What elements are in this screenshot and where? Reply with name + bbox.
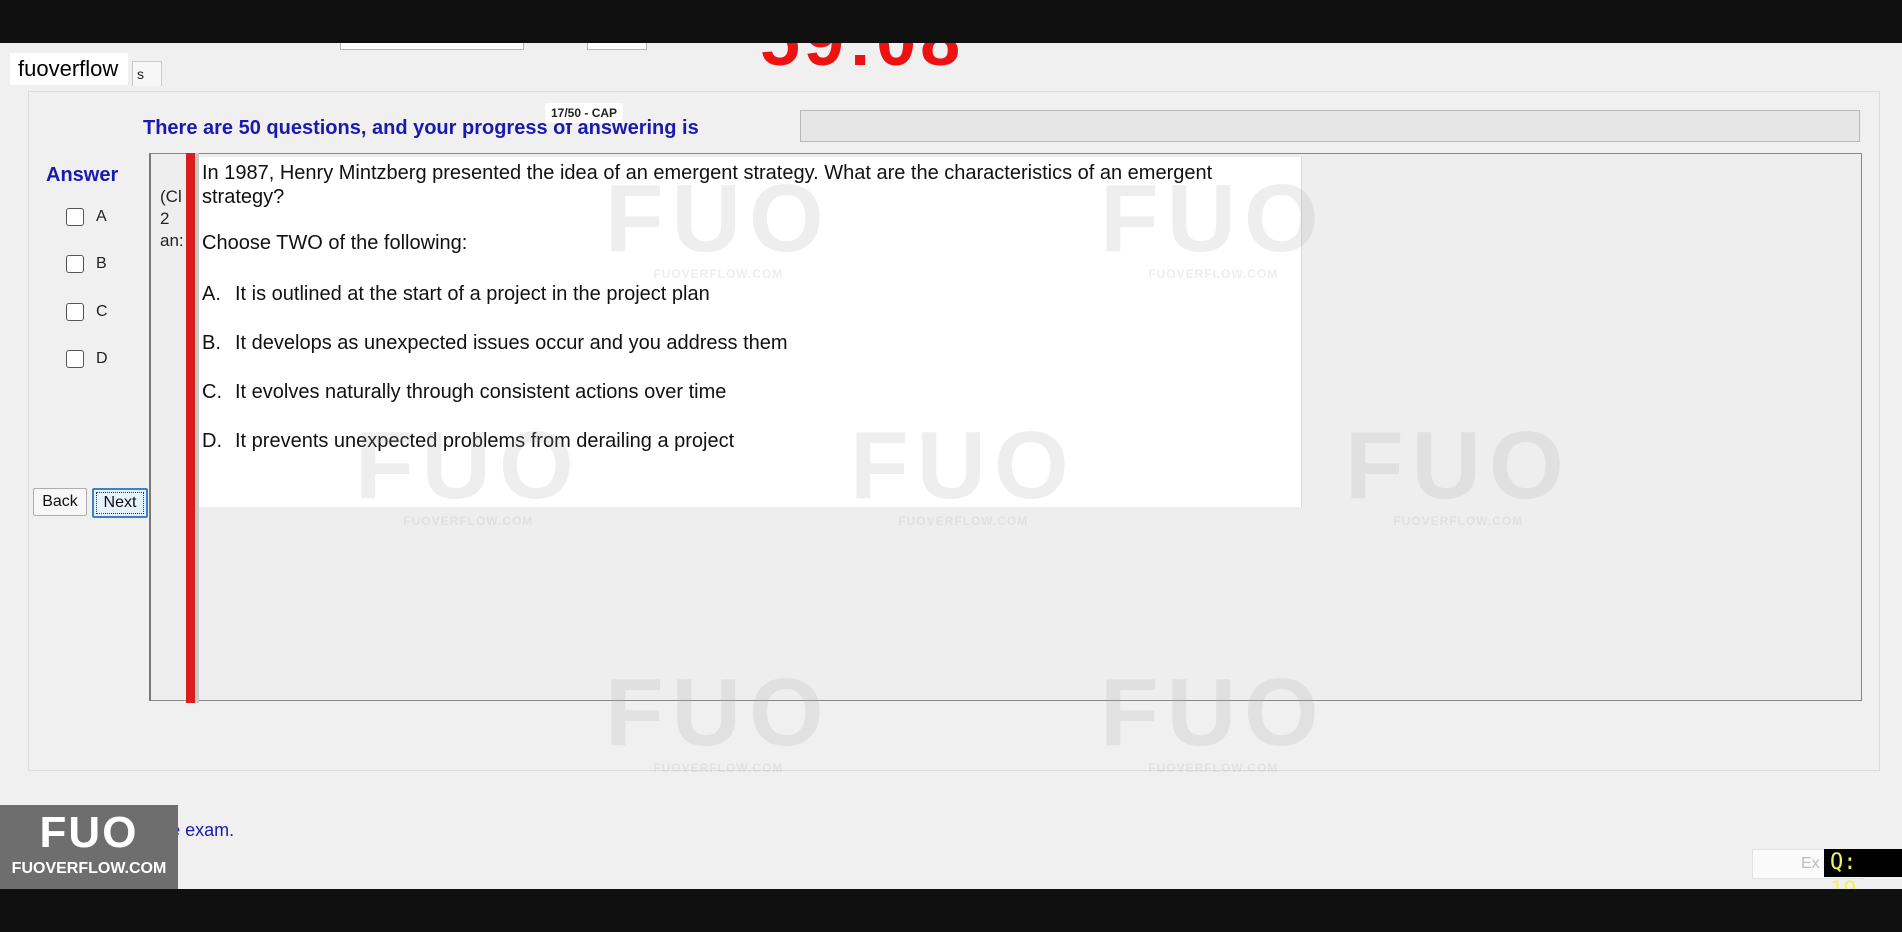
hidden-line: (Cl (160, 187, 182, 206)
choice-a: A. It is outlined at the start of a proje… (202, 283, 710, 306)
choice-key: B. (202, 332, 221, 354)
choice-text: It evolves naturally through consistent … (235, 381, 727, 403)
hidden-instructions: (Cl 2 an: (160, 186, 184, 252)
question-instruction: Choose TWO of the following: (202, 232, 468, 254)
toolbar-field-fragment[interactable] (587, 43, 647, 50)
brand-logo: FUO FUOVERFLOW.COM (0, 805, 178, 889)
question-stem: In 1987, Henry Mintzberg presented the i… (202, 162, 1213, 208)
progress-tooltip: 17/50 - CAP (545, 103, 624, 123)
choice-text: It prevents unexpected problems from der… (235, 430, 735, 452)
choice-key: D. (202, 430, 222, 452)
option-label: A (96, 208, 107, 225)
checkbox[interactable] (66, 350, 84, 368)
exam-window: 59:08 s fuoverflow There are 50 question… (0, 43, 1902, 889)
question-image: In 1987, Henry Mintzberg presented the i… (199, 157, 1302, 507)
checkbox[interactable] (66, 303, 84, 321)
answer-option-b[interactable]: B (66, 254, 107, 274)
choice-text: It develops as unexpected issues occur a… (235, 332, 788, 354)
choice-b: B. It develops as unexpected issues occur… (202, 332, 788, 355)
answer-title: Answer (46, 164, 119, 186)
choice-c: C. It evolves naturally through consisten… (202, 381, 726, 404)
hidden-line: an: (160, 231, 184, 250)
option-label: C (96, 303, 108, 320)
choice-d: D. It prevents unexpected problems from d… (202, 430, 734, 453)
choice-text: It is outlined at the start of a project… (235, 283, 710, 305)
countdown-timer: 59:08 (760, 43, 964, 77)
scroll-splitter[interactable] (186, 153, 195, 703)
question-counter: Q: 19 (1824, 849, 1902, 889)
next-button[interactable]: Next (92, 488, 148, 518)
choice-key: C. (202, 381, 222, 403)
option-label: D (96, 350, 108, 367)
option-label: B (96, 255, 107, 272)
back-button[interactable]: Back (33, 488, 87, 516)
checkbox[interactable] (66, 208, 84, 226)
toolbar-dropdown-fragment[interactable] (340, 43, 524, 50)
answer-option-d[interactable]: D (66, 349, 108, 369)
progress-bar (800, 110, 1860, 142)
tab-fragment[interactable]: s (132, 61, 162, 86)
checkbox[interactable] (66, 255, 84, 273)
site-label: fuoverflow (10, 53, 129, 85)
answer-option-c[interactable]: C (66, 302, 108, 322)
choice-key: A. (202, 283, 221, 305)
answer-option-a[interactable]: A (66, 207, 107, 227)
hidden-line: 2 (160, 209, 170, 228)
